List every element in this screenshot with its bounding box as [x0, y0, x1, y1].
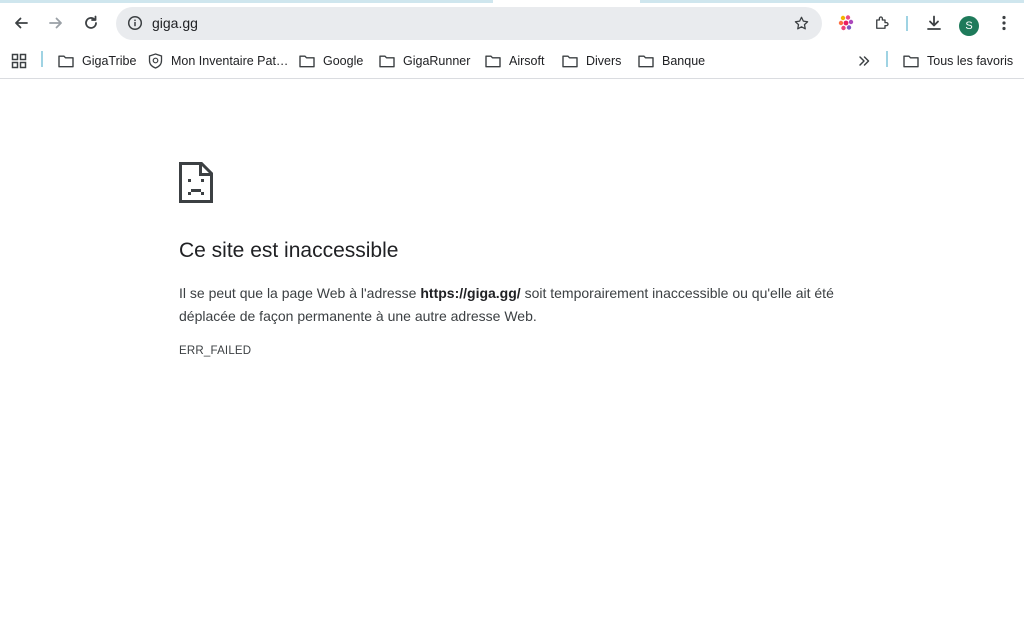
sad-page-icon [179, 162, 213, 203]
extensions-button[interactable] [866, 7, 898, 39]
browser-window: giga.gg S GigaTribe Mon Inventaire Pat… … [0, 0, 1024, 618]
browser-menu-button[interactable] [988, 7, 1020, 39]
folder-icon [903, 55, 919, 68]
folder-icon [299, 55, 315, 68]
error-desc-before: Il se peut que la page Web à l'adresse [179, 285, 421, 301]
browser-toolbar: giga.gg S [0, 3, 1024, 43]
reload-icon [85, 15, 97, 29]
address-bar[interactable]: giga.gg [116, 7, 822, 40]
kebab-menu-icon [1002, 15, 1006, 31]
all-favorites-label: Tous les favoris [927, 54, 1014, 68]
download-icon [927, 15, 941, 30]
bookmark-airsoft[interactable]: Airsoft [485, 50, 544, 72]
url-text[interactable]: giga.gg [152, 15, 198, 31]
bookmark-label: Divers [586, 54, 622, 68]
forward-button[interactable] [40, 7, 72, 39]
site-info-button[interactable] [124, 12, 146, 34]
bookmarks-separator [886, 51, 888, 67]
bookmark-label: Google [323, 54, 364, 68]
more-bookmarks-button[interactable] [857, 50, 879, 72]
error-title: Ce site est inaccessible [179, 239, 399, 262]
error-code: ERR_FAILED [179, 345, 252, 357]
avatar-letter: S [965, 20, 973, 32]
bookmark-mon-inventaire[interactable]: Mon Inventaire Pat… [148, 50, 288, 72]
arrow-left-icon [15, 17, 28, 29]
error-page: Ce site est inaccessible Il se peut que … [0, 79, 1024, 618]
profile-avatar[interactable]: S [959, 16, 979, 36]
bookmark-label: GigaRunner [403, 54, 471, 68]
downloads-button[interactable] [918, 7, 950, 39]
bookmark-label: GigaTribe [82, 54, 137, 68]
bookmark-star-button[interactable] [790, 12, 812, 34]
chevron-double-right-icon [859, 56, 870, 66]
arrow-right-icon [49, 17, 62, 29]
folder-icon [562, 55, 578, 68]
apps-button[interactable] [11, 50, 35, 72]
bookmark-gigatribe[interactable]: GigaTribe [58, 50, 136, 72]
bookmark-banque[interactable]: Banque [638, 50, 705, 72]
bookmark-google[interactable]: Google [299, 50, 363, 72]
bookmark-label: Mon Inventaire Pat… [171, 54, 289, 68]
shield-icon [148, 53, 163, 69]
star-icon [794, 16, 808, 29]
folder-icon [638, 55, 654, 68]
folder-icon [379, 55, 395, 68]
folder-icon [485, 55, 501, 68]
bookmark-gigarunner[interactable]: GigaRunner [379, 50, 470, 72]
flower-dots-icon [838, 15, 854, 31]
puzzle-icon [876, 16, 889, 29]
reload-button[interactable] [75, 7, 107, 39]
error-description: Il se peut que la page Web à l'adresse h… [179, 282, 839, 328]
bookmarks-separator [41, 51, 43, 67]
toolbar-separator [906, 16, 908, 31]
all-favorites-button[interactable]: Tous les favoris [903, 50, 1013, 72]
back-button[interactable] [5, 7, 37, 39]
bookmark-divers[interactable]: Divers [562, 50, 621, 72]
bookmark-label: Banque [662, 54, 706, 68]
bookmark-label: Airsoft [509, 54, 545, 68]
apps-grid-icon [11, 53, 27, 69]
colorful-extension-button[interactable] [830, 7, 862, 39]
error-url: https://giga.gg/ [420, 285, 521, 301]
info-icon [127, 15, 143, 31]
bookmarks-bar: GigaTribe Mon Inventaire Pat… Google Gig… [0, 43, 1024, 79]
folder-icon [58, 55, 74, 68]
